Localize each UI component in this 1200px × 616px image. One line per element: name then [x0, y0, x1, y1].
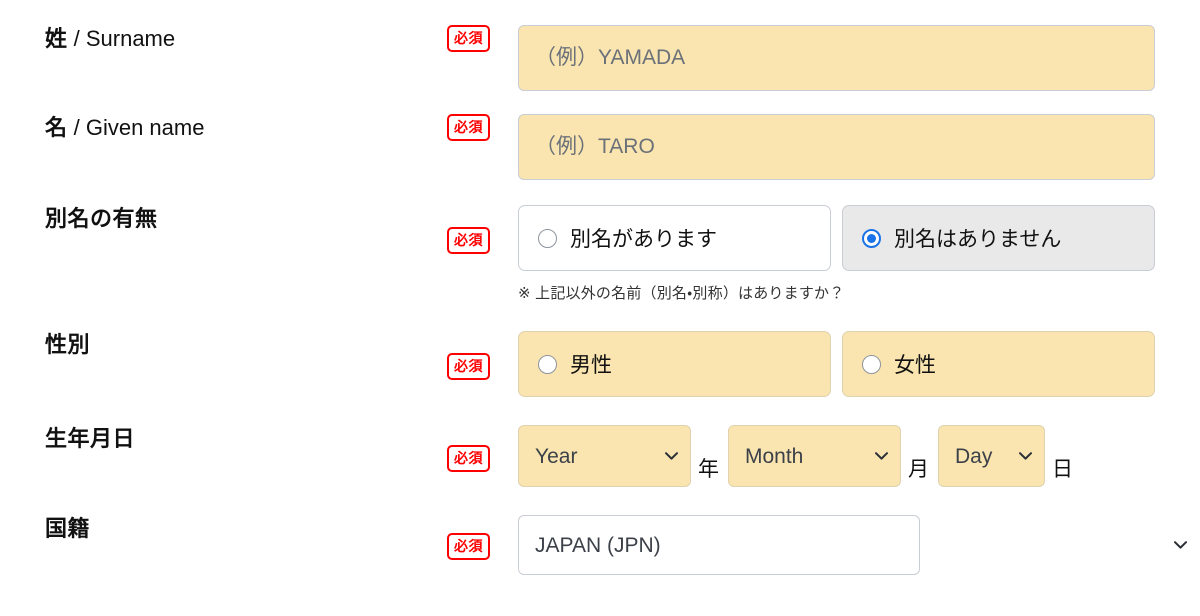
label-nationality-jp: 国籍: [45, 516, 91, 541]
birth-month-wrap: Month: [728, 425, 901, 487]
given-name-input[interactable]: [518, 114, 1155, 180]
label-nationality: 国籍: [0, 515, 447, 544]
registration-form: 姓 / Surname 必須 名 / Given name 必須 別名の有無 必…: [0, 0, 1200, 616]
form-row-birthdate: 生年月日 必須 Year 年 Month 月 Day 日: [0, 425, 1200, 487]
field-cell-nationality: JAPAN (JPN): [518, 515, 1200, 575]
required-badge: 必須: [447, 533, 490, 560]
alias-note: ※ 上記以外の名前（別名・別称）はありますか？: [518, 285, 845, 302]
field-cell-surname: [518, 25, 1200, 91]
label-gender-jp: 性別: [45, 332, 91, 357]
gender-option-male-label: 男性: [570, 354, 612, 377]
alias-option-none-label: 別名はありません: [894, 228, 1062, 251]
gender-radio-group: 男性 女性: [518, 331, 1200, 397]
label-birthdate: 生年月日: [0, 425, 447, 454]
field-cell-alias: 別名があります 別名はありません ※ 上記以外の名前（別名・別称）はありますか？: [518, 205, 1200, 303]
gender-option-female-label: 女性: [894, 354, 936, 377]
nationality-wrap: JAPAN (JPN): [518, 515, 1200, 575]
required-badge: 必須: [447, 25, 490, 52]
label-given-name-jp: 名: [45, 115, 68, 140]
badge-cell-nationality: 必須: [447, 515, 518, 560]
alias-option-none[interactable]: 別名はありません: [842, 205, 1155, 271]
required-badge: 必須: [447, 353, 490, 380]
badge-cell-given-name: 必須: [447, 114, 518, 141]
label-given-name-en: / Given name: [67, 115, 205, 140]
birthdate-selects: Year 年 Month 月 Day 日: [518, 425, 1200, 487]
required-badge: 必須: [447, 227, 490, 254]
birth-month-select[interactable]: Month: [728, 425, 901, 487]
alias-radio-group: 別名があります 別名はありません: [518, 205, 1200, 271]
label-surname-jp: 姓: [45, 26, 68, 51]
birth-month-unit: 月: [908, 458, 929, 481]
label-birthdate-jp: 生年月日: [45, 426, 136, 451]
label-surname-en: / Surname: [67, 26, 176, 51]
birth-year-unit: 年: [698, 458, 719, 481]
gender-option-male[interactable]: 男性: [518, 331, 831, 397]
badge-cell-gender: 必須: [447, 331, 518, 380]
surname-input[interactable]: [518, 25, 1155, 91]
gender-option-female[interactable]: 女性: [842, 331, 1155, 397]
field-cell-birthdate: Year 年 Month 月 Day 日: [518, 425, 1200, 487]
birth-day-unit: 日: [1052, 458, 1073, 481]
field-cell-gender: 男性 女性: [518, 331, 1200, 397]
birth-year-wrap: Year: [518, 425, 691, 487]
form-row-alias: 別名の有無 必須 別名があります 別名はありません ※ 上記以外の名前（別名・別…: [0, 205, 1200, 303]
radio-button-icon: [862, 354, 881, 374]
label-alias: 別名の有無: [0, 205, 447, 234]
birth-day-wrap: Day: [938, 425, 1045, 487]
form-row-surname: 姓 / Surname 必須: [0, 25, 1200, 91]
badge-cell-birthdate: 必須: [447, 425, 518, 472]
form-row-gender: 性別 必須 男性 女性: [0, 331, 1200, 397]
nationality-select[interactable]: JAPAN (JPN): [518, 515, 920, 575]
radio-button-icon: [538, 354, 557, 374]
radio-button-selected-icon: [862, 228, 881, 248]
chevron-down-icon: [1174, 541, 1187, 549]
label-given-name: 名 / Given name: [0, 114, 447, 143]
alias-option-has-label: 別名があります: [570, 228, 717, 251]
badge-cell-surname: 必須: [447, 25, 518, 52]
required-badge: 必須: [447, 114, 490, 141]
badge-cell-alias: 必須: [447, 205, 518, 254]
birth-year-select[interactable]: Year: [518, 425, 691, 487]
alias-option-has[interactable]: 別名があります: [518, 205, 831, 271]
radio-button-icon: [538, 228, 557, 248]
required-badge: 必須: [447, 445, 490, 472]
form-row-nationality: 国籍 必須 JAPAN (JPN): [0, 515, 1200, 575]
label-gender: 性別: [0, 331, 447, 360]
form-row-given-name: 名 / Given name 必須: [0, 114, 1200, 180]
label-surname: 姓 / Surname: [0, 25, 447, 54]
field-cell-given-name: [518, 114, 1200, 180]
birth-day-select[interactable]: Day: [938, 425, 1045, 487]
label-alias-jp: 別名の有無: [45, 206, 158, 231]
